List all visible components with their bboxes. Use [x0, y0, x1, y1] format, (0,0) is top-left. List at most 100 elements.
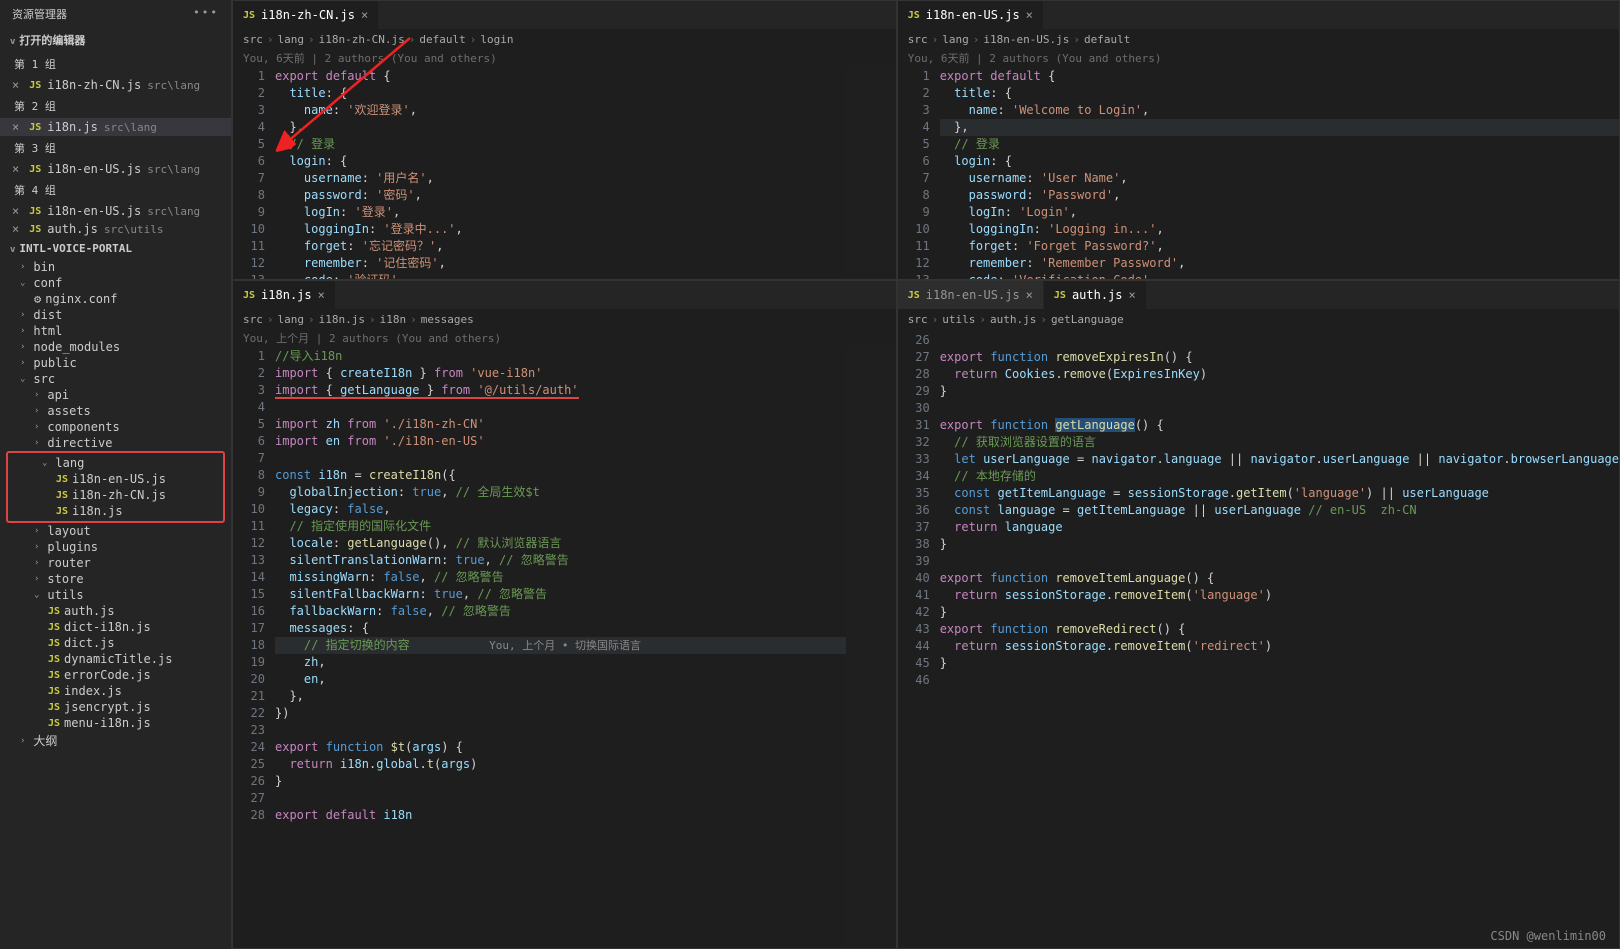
- js-file-icon: JS: [243, 10, 255, 21]
- editor-tab[interactable]: JSi18n.js×: [233, 281, 336, 309]
- editor-tab[interactable]: JSi18n-zh-CN.js×: [233, 1, 379, 29]
- open-editor-item[interactable]: ×JS i18n-zh-CN.js src\lang: [0, 76, 231, 94]
- js-file-icon: JS: [56, 490, 68, 501]
- file-item[interactable]: JS auth.js: [0, 603, 231, 619]
- watermark: CSDN @wenlimin00: [1490, 929, 1606, 943]
- file-item[interactable]: JS i18n-en-US.js: [8, 471, 223, 487]
- file-item[interactable]: JS index.js: [0, 683, 231, 699]
- editor-group[interactable]: 第 1 组: [0, 52, 231, 76]
- project-header[interactable]: vINTL-VOICE-PORTAL: [0, 238, 231, 259]
- folder-item[interactable]: ⌄utils: [0, 587, 231, 603]
- close-icon[interactable]: ×: [12, 120, 19, 134]
- js-file-icon: JS: [29, 80, 41, 91]
- close-icon[interactable]: ×: [12, 162, 19, 176]
- editor-group[interactable]: 第 4 组: [0, 178, 231, 202]
- file-item[interactable]: JS menu-i18n.js: [0, 715, 231, 731]
- line-gutter: 12345678910111213: [233, 66, 275, 279]
- editor-pane-bottom-left: JSi18n.js×src›lang›i18n.js›i18n›messages…: [232, 280, 897, 949]
- js-file-icon: JS: [48, 718, 60, 729]
- breadcrumb[interactable]: src›lang›i18n.js›i18n›messages: [233, 309, 896, 330]
- folder-item[interactable]: ›大纲: [0, 731, 231, 750]
- js-file-icon: JS: [29, 224, 41, 235]
- open-editors-header[interactable]: v打开的编辑器: [0, 28, 231, 52]
- js-file-icon: JS: [48, 670, 60, 681]
- close-tab-icon[interactable]: ×: [361, 8, 368, 22]
- open-editor-item[interactable]: ×JS i18n.js src\lang: [0, 118, 231, 136]
- close-tab-icon[interactable]: ×: [318, 288, 325, 302]
- close-icon[interactable]: ×: [12, 222, 19, 236]
- editor-tab[interactable]: JSauth.js×: [1044, 281, 1147, 309]
- js-file-icon: JS: [243, 290, 255, 301]
- line-gutter: 12345678910111213: [898, 66, 940, 279]
- folder-item[interactable]: ⌄src: [0, 371, 231, 387]
- folder-item[interactable]: ›api: [0, 387, 231, 403]
- js-file-icon: JS: [48, 702, 60, 713]
- js-file-icon: JS: [48, 606, 60, 617]
- folder-item[interactable]: ›node_modules: [0, 339, 231, 355]
- file-item[interactable]: JS dynamicTitle.js: [0, 651, 231, 667]
- explorer-sidebar: 资源管理器 ••• v打开的编辑器 第 1 组 × JS i18n-zh-CN.js…: [0, 0, 232, 949]
- breadcrumb[interactable]: src›lang›i18n-zh-CN.js›default›login: [233, 29, 896, 50]
- js-file-icon: JS: [56, 506, 68, 517]
- folder-item[interactable]: ⚙ nginx.conf: [0, 291, 231, 307]
- folder-item[interactable]: ›router: [0, 555, 231, 571]
- editor-tab[interactable]: JSi18n-en-US.js×: [898, 281, 1044, 309]
- js-file-icon: JS: [48, 622, 60, 633]
- code-editor[interactable]: 12345678910111213export default { title:…: [233, 66, 896, 279]
- folder-item[interactable]: ⌄lang: [8, 455, 223, 471]
- folder-item[interactable]: ›directive: [0, 435, 231, 451]
- breadcrumb[interactable]: src›utils›auth.js›getLanguage: [898, 309, 1619, 330]
- js-file-icon: JS: [29, 206, 41, 217]
- js-file-icon: JS: [48, 638, 60, 649]
- code-editor[interactable]: 2627282930313233343536373839404142434445…: [898, 330, 1619, 948]
- js-file-icon: JS: [56, 474, 68, 485]
- close-icon[interactable]: ×: [12, 78, 19, 92]
- folder-item[interactable]: ›bin: [0, 259, 231, 275]
- close-tab-icon[interactable]: ×: [1026, 8, 1033, 22]
- folder-item[interactable]: ›components: [0, 419, 231, 435]
- editor-pane-top-right: JSi18n-en-US.js×src›lang›i18n-en-US.js›d…: [897, 0, 1620, 280]
- folder-item[interactable]: ›assets: [0, 403, 231, 419]
- file-item[interactable]: JS i18n.js: [8, 503, 223, 519]
- file-item[interactable]: JS i18n-zh-CN.js: [8, 487, 223, 503]
- editor-pane-bottom-right: JSi18n-en-US.js×JSauth.js×src›utils›auth…: [897, 280, 1620, 949]
- code-editor[interactable]: 1234567891011121314151617181920212223242…: [233, 346, 896, 948]
- git-blame: You, 6天前 | 2 authors (You and others): [233, 50, 896, 66]
- more-icon[interactable]: •••: [193, 6, 219, 22]
- folder-item[interactable]: ⌄conf: [0, 275, 231, 291]
- js-file-icon: JS: [48, 686, 60, 697]
- editor-grid: JSi18n-zh-CN.js×src›lang›i18n-zh-CN.js›d…: [232, 0, 1620, 949]
- open-editor-item[interactable]: ×JS i18n-en-US.js src\lang: [0, 160, 231, 178]
- open-editor-item[interactable]: ×JS auth.js src\utils: [0, 220, 231, 238]
- close-tab-icon[interactable]: ×: [1026, 288, 1033, 302]
- minimap[interactable]: [846, 346, 896, 948]
- editor-tab[interactable]: JSi18n-en-US.js×: [898, 1, 1044, 29]
- file-item[interactable]: JS dict-i18n.js: [0, 619, 231, 635]
- explorer-title: 资源管理器: [12, 6, 67, 22]
- folder-item[interactable]: ›dist: [0, 307, 231, 323]
- folder-item[interactable]: ›store: [0, 571, 231, 587]
- folder-item[interactable]: ›layout: [0, 523, 231, 539]
- folder-item[interactable]: ›plugins: [0, 539, 231, 555]
- editor-group[interactable]: 第 3 组: [0, 136, 231, 160]
- folder-item[interactable]: ›public: [0, 355, 231, 371]
- file-item[interactable]: JS jsencrypt.js: [0, 699, 231, 715]
- js-file-icon: JS: [29, 164, 41, 175]
- js-file-icon: JS: [29, 122, 41, 133]
- js-file-icon: JS: [908, 290, 920, 301]
- file-item[interactable]: JS errorCode.js: [0, 667, 231, 683]
- line-gutter: 2627282930313233343536373839404142434445…: [898, 330, 940, 948]
- file-item[interactable]: JS dict.js: [0, 635, 231, 651]
- close-tab-icon[interactable]: ×: [1129, 288, 1136, 302]
- git-blame: You, 上个月 | 2 authors (You and others): [233, 330, 896, 346]
- folder-item[interactable]: ›html: [0, 323, 231, 339]
- minimap[interactable]: [846, 66, 896, 279]
- code-editor[interactable]: 12345678910111213export default { title:…: [898, 66, 1619, 279]
- breadcrumb[interactable]: src›lang›i18n-en-US.js›default: [898, 29, 1619, 50]
- editor-group[interactable]: 第 2 组: [0, 94, 231, 118]
- js-file-icon: JS: [908, 10, 920, 21]
- close-icon[interactable]: ×: [12, 204, 19, 218]
- open-editor-item[interactable]: ×JS i18n-en-US.js src\lang: [0, 202, 231, 220]
- line-gutter: 1234567891011121314151617181920212223242…: [233, 346, 275, 948]
- git-blame: You, 6天前 | 2 authors (You and others): [898, 50, 1619, 66]
